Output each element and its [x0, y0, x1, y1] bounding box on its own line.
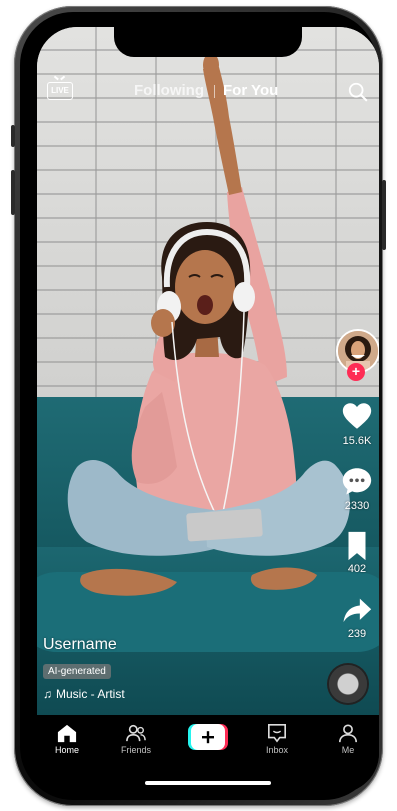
nav-home-label: Home	[54, 745, 79, 755]
music-disc-icon[interactable]	[329, 665, 367, 703]
saves-count: 402	[347, 563, 367, 575]
nav-me-label: Me	[341, 745, 355, 755]
dancing-woman-illustration	[67, 53, 350, 596]
search-icon[interactable]	[347, 81, 369, 103]
friends-icon	[126, 724, 146, 742]
home-indicator[interactable]	[145, 781, 271, 785]
live-icon[interactable]: LIVE	[47, 82, 73, 100]
create-plus-icon[interactable]	[188, 724, 228, 750]
phone-screen: LIVE Following For You + 15.6K 2330 402 …	[37, 27, 379, 793]
ai-generated-badge: AI-generated	[43, 664, 111, 679]
share-icon[interactable]	[340, 593, 374, 627]
nav-home[interactable]: Home	[42, 723, 92, 755]
music-info[interactable]: ♫ Music - Artist	[43, 687, 125, 701]
nav-inbox-label: Inbox	[265, 745, 289, 755]
bookmark-icon[interactable]	[340, 529, 374, 563]
screen-notch	[114, 27, 302, 57]
nav-friends[interactable]: Friends	[111, 723, 161, 755]
home-icon	[57, 724, 77, 743]
likes-count: 15.6K	[342, 435, 372, 447]
inbox-icon	[268, 724, 286, 743]
tab-divider	[214, 85, 215, 98]
volume-up-button	[11, 125, 15, 147]
nav-friends-label: Friends	[120, 745, 151, 755]
video-frame[interactable]	[37, 27, 379, 717]
follow-button[interactable]: +	[347, 363, 365, 381]
nav-me[interactable]: Me	[323, 723, 373, 755]
power-button	[382, 180, 386, 250]
comment-icon[interactable]	[340, 464, 374, 498]
live-label: LIVE	[51, 86, 69, 95]
nav-inbox[interactable]: Inbox	[252, 723, 302, 755]
volume-down-button	[11, 170, 15, 215]
heart-icon[interactable]	[340, 399, 374, 433]
video-username[interactable]: Username	[43, 636, 117, 654]
tab-for-you[interactable]: For You	[223, 82, 278, 99]
shares-count: 239	[347, 628, 367, 640]
profile-icon	[339, 724, 357, 743]
comments-count: 2330	[344, 500, 370, 512]
tab-following[interactable]: Following	[134, 82, 204, 99]
music-title: Music - Artist	[56, 687, 125, 701]
music-note-icon: ♫	[43, 687, 52, 701]
